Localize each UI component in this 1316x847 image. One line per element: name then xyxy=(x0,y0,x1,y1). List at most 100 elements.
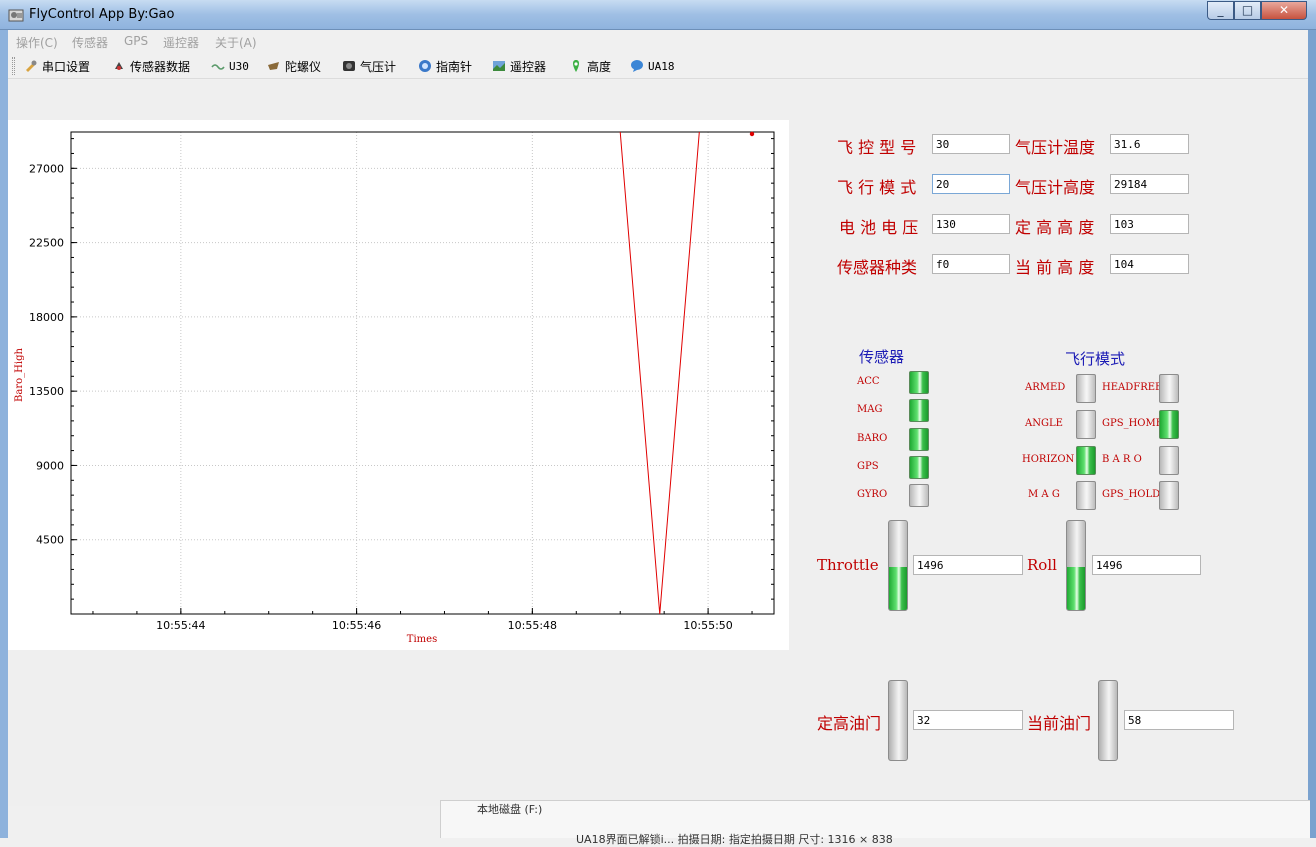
hold-alt-field[interactable]: 103 xyxy=(1110,214,1189,234)
menu-sensor[interactable]: 传感器 xyxy=(72,34,108,51)
hold-throttle-label: 定高油门 xyxy=(817,714,882,733)
baro-temp-field[interactable]: 31.6 xyxy=(1110,134,1189,154)
title-bar[interactable]: FlyControl App By:Gao _ □ ✕ xyxy=(0,0,1316,30)
app-icon xyxy=(8,9,24,22)
toolbar-grip[interactable] xyxy=(12,57,15,75)
roll-label: Roll xyxy=(1027,556,1057,574)
flight-mode-label: 飞 行 模 式 xyxy=(837,178,917,197)
menu-operate[interactable]: 操作(C) xyxy=(16,34,58,51)
current-throttle-label: 当前油门 xyxy=(1027,714,1092,733)
roll-bar-fill xyxy=(1067,567,1085,610)
hold-alt-label: 定 高 高 度 xyxy=(1015,218,1095,237)
main-client-area: 4500 9000 13500 18000 22500 27000 10:55:44 10:… xyxy=(8,80,1308,806)
altitude-icon xyxy=(573,60,579,72)
y-tick-label: 22500 xyxy=(29,237,64,250)
mode-armed-indicator xyxy=(1076,374,1096,403)
mode-mag-indicator xyxy=(1076,481,1096,510)
barometer-icon xyxy=(343,61,355,71)
baro-alt-field[interactable]: 29184 xyxy=(1110,174,1189,194)
sensor-data-icon xyxy=(115,62,123,70)
close-button[interactable]: ✕ xyxy=(1261,1,1307,20)
sensor-type-field[interactable]: f0 xyxy=(932,254,1010,274)
hold-throttle-bar xyxy=(888,680,908,761)
sensors-group-title: 传感器 xyxy=(859,348,905,366)
tool-sensor-data[interactable]: 传感器数据 xyxy=(112,57,190,75)
sensor-acc-indicator xyxy=(909,371,929,394)
minimize-button[interactable]: _ xyxy=(1207,1,1234,20)
mode-angle-label: ANGLE xyxy=(1025,418,1063,429)
x-tick-label: 10:55:46 xyxy=(332,619,381,632)
baro-chart-panel: 4500 9000 13500 18000 22500 27000 10:55:44 10:… xyxy=(8,120,789,650)
mode-baro-indicator xyxy=(1159,446,1179,475)
roll-field[interactable]: 1496 xyxy=(1092,555,1201,575)
menu-gps[interactable]: GPS xyxy=(124,34,148,48)
y-tick-label: 9000 xyxy=(36,459,64,472)
mode-angle-indicator xyxy=(1076,410,1096,439)
mode-horizon-indicator xyxy=(1076,446,1096,475)
mode-armed-label: ARMED xyxy=(1025,382,1066,393)
x-axis-label: Times xyxy=(407,634,437,645)
gyroscope-icon xyxy=(268,62,279,70)
baro-height-chart: 4500 9000 13500 18000 22500 27000 10:55:44 10:… xyxy=(14,131,775,645)
menu-remote[interactable]: 遥控器 xyxy=(163,34,199,51)
hold-throttle-field[interactable]: 32 xyxy=(913,710,1023,730)
tool-u30[interactable]: U30 xyxy=(211,57,249,75)
series-marker xyxy=(749,131,755,137)
mode-gps-home-label: GPS_HOME xyxy=(1102,418,1164,429)
y-tick-label: 13500 xyxy=(29,385,64,398)
tool-label: UA18 xyxy=(648,59,675,73)
throttle-bar xyxy=(888,520,908,611)
sensor-baro-label: BARO xyxy=(857,433,888,444)
tool-label: 指南针 xyxy=(436,59,473,74)
tool-barometer[interactable]: 气压计 xyxy=(342,57,396,75)
current-throttle-bar xyxy=(1098,680,1118,761)
baro-temp-label: 气压计温度 xyxy=(1015,138,1096,157)
flight-mode-field[interactable]: 20 xyxy=(932,174,1010,194)
tool-label: 陀螺仪 xyxy=(285,59,322,74)
tool-gyroscope[interactable]: 陀螺仪 xyxy=(267,57,321,75)
maximize-button[interactable]: □ xyxy=(1234,1,1261,20)
sensor-mag-indicator xyxy=(909,399,929,422)
tool-remote-control[interactable]: 遥控器 xyxy=(492,57,546,75)
tool-label: U30 xyxy=(229,59,249,73)
modes-group-title: 飞行模式 xyxy=(1065,350,1126,368)
mode-mag-label: M A G xyxy=(1028,489,1060,500)
tool-label: 传感器数据 xyxy=(130,59,191,74)
battery-field[interactable]: 130 xyxy=(932,214,1010,234)
sensor-type-label: 传感器种类 xyxy=(837,258,918,277)
tool-label: 串口设置 xyxy=(42,59,91,74)
sensor-gps-label: GPS xyxy=(857,461,879,472)
battery-label: 电 池 电 压 xyxy=(839,218,919,237)
mode-baro-label: B A R O xyxy=(1102,454,1142,465)
current-throttle-field[interactable]: 58 xyxy=(1124,710,1234,730)
background-explorer-window: 本地磁盘 (F:) UA18界面已解锁i... 拍摄日期: 指定拍摄日期 尺寸:… xyxy=(440,800,1310,846)
tool-altitude[interactable]: 高度 xyxy=(569,57,611,75)
tool-ua18[interactable]: UA18 xyxy=(630,57,675,75)
fc-model-label: 飞 控 型 号 xyxy=(837,138,917,157)
toolbar: 串口设置 传感器数据 U30 陀螺仪 气压计 指南针 遥控器 高度 UA18 xyxy=(8,53,1308,79)
explorer-drive-item[interactable]: 本地磁盘 (F:) xyxy=(477,801,542,817)
mode-gps-hold-label: GPS_HOLD xyxy=(1102,489,1161,500)
tool-label: 高度 xyxy=(587,59,612,74)
compass-icon xyxy=(419,60,431,72)
remote-control-icon xyxy=(493,61,505,71)
menu-about[interactable]: 关于(A) xyxy=(215,34,257,51)
x-tick-label: 10:55:44 xyxy=(156,619,205,632)
tool-serial-settings[interactable]: 串口设置 xyxy=(24,57,90,75)
x-tick-label: 10:55:48 xyxy=(508,619,557,632)
y-tick-label: 27000 xyxy=(29,162,64,175)
window-left-border xyxy=(0,30,8,838)
cur-alt-field[interactable]: 104 xyxy=(1110,254,1189,274)
mode-gps-hold-indicator xyxy=(1159,481,1179,510)
throttle-field[interactable]: 1496 xyxy=(913,555,1023,575)
serial-settings-icon xyxy=(26,60,37,72)
sensor-acc-label: ACC xyxy=(857,376,880,387)
y-axis-label: Baro_High xyxy=(14,348,25,402)
u30-icon xyxy=(211,64,225,70)
fc-model-field[interactable]: 30 xyxy=(932,134,1010,154)
plot-frame xyxy=(70,131,775,615)
series-line xyxy=(619,131,700,615)
mode-gps-home-indicator xyxy=(1159,410,1179,439)
tool-compass[interactable]: 指南针 xyxy=(418,57,472,75)
cur-alt-label: 当 前 高 度 xyxy=(1015,258,1095,277)
